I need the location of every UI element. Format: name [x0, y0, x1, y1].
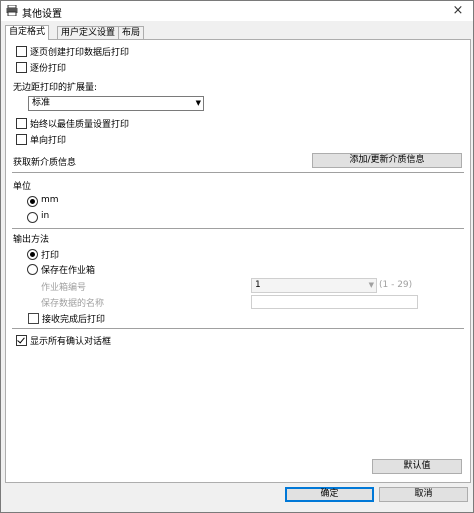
borderless-extension-label: 无边距打印的扩展量: — [13, 83, 98, 93]
output-job-box-label: 保存在作业箱 — [41, 266, 96, 276]
job-box-number-value: 1 — [255, 280, 261, 290]
divider — [12, 328, 464, 329]
chevron-down-icon: ▼ — [195, 99, 201, 107]
dialog-window: 其他设置 × 自定格式 用户定义设置 布局 逐页创建打印数据后打印 逐份打印 无… — [0, 0, 474, 513]
output-print-label: 打印 — [41, 251, 60, 261]
unit-heading: 单位 — [13, 182, 32, 192]
defaults-button[interactable]: 默认值 — [372, 459, 462, 474]
borderless-extension-value: 标准 — [32, 98, 51, 108]
media-info-label: 获取新介质信息 — [13, 158, 77, 168]
divider — [12, 228, 464, 229]
output-job-box-radio[interactable] — [27, 264, 38, 275]
title-bar: 其他设置 × — [1, 1, 473, 21]
show-dialogs-label: 显示所有确认对话框 — [30, 337, 112, 347]
collate-checkbox[interactable] — [16, 62, 27, 73]
close-icon[interactable]: × — [448, 2, 468, 19]
divider — [12, 172, 464, 173]
output-print-radio[interactable] — [27, 249, 38, 260]
cancel-button[interactable]: 取消 — [379, 487, 468, 502]
tab-layout[interactable]: 布局 — [118, 26, 145, 40]
best-quality-checkbox[interactable] — [16, 118, 27, 129]
page-data-checkbox[interactable] — [16, 46, 27, 57]
show-dialogs-checkbox[interactable] — [16, 335, 27, 346]
job-box-range: (1 - 29) — [379, 280, 413, 290]
print-after-receive-checkbox[interactable] — [28, 313, 39, 324]
unidirectional-label: 单向打印 — [30, 136, 67, 146]
printer-icon — [6, 5, 18, 16]
unit-mm-label: mm — [41, 195, 59, 205]
tab-custom-format[interactable]: 自定格式 — [5, 25, 50, 40]
page-data-label: 逐页创建打印数据后打印 — [30, 48, 130, 58]
tab-panel: 逐页创建打印数据后打印 逐份打印 无边距打印的扩展量: 标准 ▼ 始终以最佳质量… — [5, 39, 471, 483]
window-title: 其他设置 — [22, 9, 62, 20]
chevron-down-icon: ▼ — [368, 281, 374, 289]
collate-label: 逐份打印 — [30, 64, 67, 74]
saved-data-name-label: 保存数据的名称 — [41, 299, 105, 309]
best-quality-label: 始终以最佳质量设置打印 — [30, 120, 130, 130]
tab-user-defined-settings[interactable]: 用户定义设置 — [57, 26, 120, 40]
update-media-info-button[interactable]: 添加/更新介质信息 — [312, 153, 462, 168]
ok-button[interactable]: 确定 — [285, 487, 374, 502]
output-heading: 输出方法 — [13, 235, 50, 245]
unit-in-radio[interactable] — [27, 212, 38, 223]
borderless-extension-select[interactable]: 标准 ▼ — [28, 96, 204, 111]
print-after-receive-label: 接收完成后打印 — [42, 315, 106, 325]
job-box-number-label: 作业箱编号 — [41, 283, 87, 293]
unit-mm-radio[interactable] — [27, 196, 38, 207]
unidirectional-checkbox[interactable] — [16, 134, 27, 145]
job-box-number-select[interactable]: 1 ▼ — [251, 278, 377, 293]
unit-in-label: in — [41, 211, 50, 221]
saved-data-name-input[interactable] — [251, 295, 418, 309]
